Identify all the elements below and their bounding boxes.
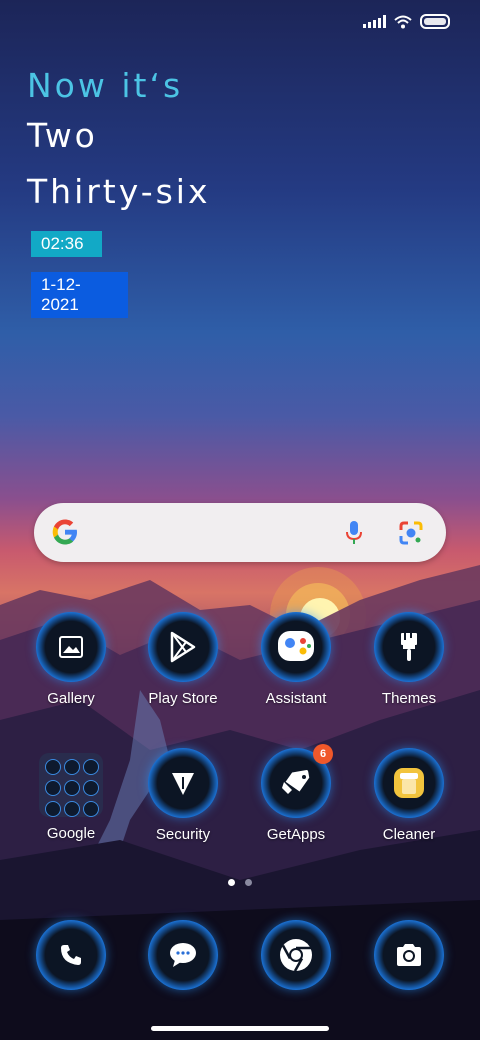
app-play-store[interactable]: Play Store — [128, 612, 238, 707]
security-icon — [148, 748, 218, 818]
status-bar — [363, 14, 450, 29]
page-dot-active[interactable] — [228, 879, 235, 886]
folder-icon — [39, 753, 103, 817]
chrome-icon — [261, 920, 331, 990]
wifi-icon — [394, 15, 412, 28]
play-store-icon — [148, 612, 218, 682]
app-label: GetApps — [266, 826, 326, 843]
time-chip[interactable]: 02:36 — [31, 231, 102, 257]
app-security[interactable]: Security — [128, 748, 238, 843]
app-label: Assistant — [265, 690, 327, 707]
dock-camera[interactable] — [354, 920, 464, 990]
battery-icon — [420, 14, 450, 29]
messages-icon — [148, 920, 218, 990]
camera-icon — [374, 920, 444, 990]
phone-icon — [36, 920, 106, 990]
app-label: Security — [155, 826, 211, 843]
dock-chrome[interactable] — [241, 920, 351, 990]
app-label: Cleaner — [382, 826, 436, 843]
app-cleaner[interactable]: Cleaner — [354, 748, 464, 843]
brush-icon — [374, 612, 444, 682]
clock-line-1: Now it‘s — [27, 66, 184, 105]
google-g-icon — [52, 519, 77, 545]
date-chip[interactable]: 1-12-2021 — [31, 272, 128, 318]
lens-icon[interactable] — [398, 520, 424, 546]
app-gallery[interactable]: Gallery — [16, 612, 126, 707]
app-assistant[interactable]: Assistant — [241, 612, 351, 707]
gallery-icon — [36, 612, 106, 682]
app-getapps[interactable]: 6 GetApps — [241, 744, 351, 843]
page-dot[interactable] — [245, 879, 252, 886]
app-label: Play Store — [148, 690, 218, 707]
cleaner-icon — [374, 748, 444, 818]
app-label: Themes — [381, 690, 437, 707]
clock-line-2: Two — [27, 116, 98, 155]
notification-badge: 6 — [313, 744, 333, 764]
app-themes[interactable]: Themes — [354, 612, 464, 707]
assistant-icon — [261, 612, 331, 682]
clock-line-3: Thirty-six — [27, 172, 211, 211]
dock-messages[interactable] — [128, 920, 238, 990]
mic-icon[interactable] — [344, 520, 364, 546]
getapps-icon: 6 — [261, 744, 333, 818]
google-search-bar[interactable] — [34, 503, 446, 562]
gesture-bar[interactable] — [151, 1026, 329, 1031]
page-indicator — [228, 879, 252, 886]
app-label: Gallery — [47, 690, 95, 707]
signal-icon — [363, 15, 386, 28]
app-label: Google — [46, 825, 96, 842]
app-google-folder[interactable]: Google — [16, 750, 126, 842]
dock-phone[interactable] — [16, 920, 126, 990]
